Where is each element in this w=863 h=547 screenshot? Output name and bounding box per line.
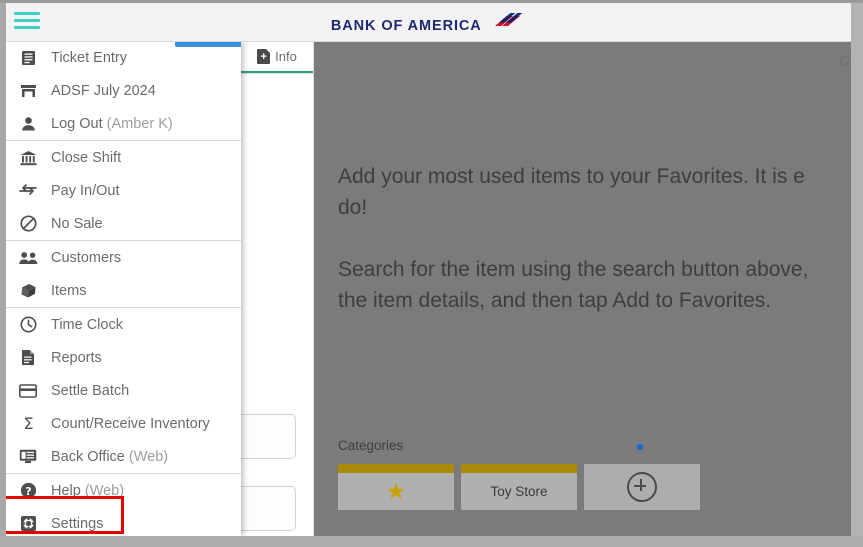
nav-item-label: Customers [51,249,122,266]
nav-item-label: Settings [51,515,104,532]
category-tile-favorites[interactable]: ★ [338,464,454,510]
nav-item-settings[interactable]: Settings [6,507,241,536]
favorites-help-line: Add your most used items to your Favorit… [338,165,805,188]
nav-group: LOOKUP Customers Items [6,41,241,307]
nav-item-time-clock[interactable]: Time Clock [6,308,241,341]
nav-item-label: Close Shift [51,149,122,166]
favorites-help-line: do! [338,196,368,219]
bank-of-america-logo: BANK OF AMERICA [6,12,851,38]
nav-item-label: Pay In/Out [51,182,120,199]
nav-item-close-shift[interactable]: Close Shift [6,141,241,174]
receipt-icon [17,50,39,66]
favorites-help-line: Search for the item using the search but… [338,258,809,281]
nav-item-label: Back Office (Web) [51,448,169,465]
nav-item-label: Items [51,282,87,299]
nav-item-count-receive-inventory[interactable]: Σ Count/Receive Inventory [6,407,241,440]
favorites-help-text: Add your most used items to your Favorit… [338,161,851,316]
application-window: BANK OF AMERICA Info ticket [0,0,863,547]
clipped-edge-glyph: C [839,53,849,68]
nav-item-label: Help (Web) [51,482,125,499]
bank-icon [17,150,39,166]
clock-icon [17,316,39,333]
back-office-icon [17,449,39,464]
nav-item-label: Reports [51,349,102,366]
nav-item-label: Count/Receive Inventory [51,415,210,432]
category-tile-label: Toy Store [490,484,548,499]
nav-item-reports[interactable]: Reports [6,341,241,374]
category-tile-list: ★ Toy Store [338,464,700,510]
pay-in-out-icon [17,183,39,198]
tab-info-label: Info [275,48,297,64]
no-sale-icon [17,215,39,232]
nav-item-label: Log Out (Amber K) [51,115,173,132]
category-tile-add[interactable] [584,464,700,510]
nav-item-no-sale[interactable]: No Sale [6,207,241,240]
us-flag-logo-icon [492,12,526,36]
nav-item-log-out[interactable]: Log Out (Amber K) [6,107,241,140]
sigma-icon: Σ [17,415,39,432]
nav-item-label: Ticket Entry [51,49,128,66]
nav-item-pay-in-out[interactable]: Pay In/Out [6,174,241,207]
people-icon [17,251,39,265]
nav-item-label: Settle Batch [51,382,130,399]
navigation-drawer: Ticket Entry ADSF July 2024 Log Out (Amb… [6,41,241,536]
category-tile-toy-store[interactable]: Toy Store [461,464,577,510]
nav-item-back-office[interactable]: Back Office (Web) [6,440,241,473]
help-icon: ? [17,482,39,499]
categories-label: Categories [338,438,404,453]
svg-text:Σ: Σ [23,415,33,432]
tab-info[interactable]: Info [241,41,313,73]
hamburger-bar [14,19,40,22]
nav-item-label: ADSF July 2024 [51,82,156,99]
favorites-panel: Add your most used items to your Favorit… [314,41,851,536]
credit-card-icon [17,383,39,398]
brand-name: BANK OF AMERICA [330,17,482,34]
gear-icon [17,515,39,532]
favorites-help-line: the item details, and then tap Add to Fa… [338,289,772,312]
nav-item-items[interactable]: Items [6,274,241,307]
carousel-page-indicator-dot[interactable] [637,444,643,450]
hamburger-bar [14,12,40,15]
nav-group: SETTINGS ? Help (Web) Settings [6,41,241,536]
hamburger-menu-icon[interactable] [14,12,40,32]
nav-item-label: No Sale [51,215,103,232]
window-edge-left [0,0,6,547]
document-add-icon [257,48,271,64]
text-spacer [338,223,851,254]
nav-item-label: Time Clock [51,316,123,333]
nav-group: DRAWER Close Shift Pay In/Out No Sale [6,41,241,240]
hamburger-bar [14,26,40,29]
nav-item-settle-batch[interactable]: Settle Batch [6,374,241,407]
top-app-bar: BANK OF AMERICA [6,3,851,42]
nav-item-customers[interactable]: Customers [6,241,241,274]
window-edge-bottom [0,536,863,547]
window-edge-right [851,0,863,547]
report-icon [17,349,39,366]
window-edge-top [0,0,863,3]
items-icon [17,283,39,299]
nav-item-store[interactable]: ADSF July 2024 [6,74,241,107]
nav-item-help[interactable]: ? Help (Web) [6,474,241,507]
store-icon [17,83,39,99]
nav-group: STORE Time Clock Reports Settle Batch [6,41,241,473]
plus-circle-icon [627,472,657,502]
person-icon [17,116,39,132]
nav-group: Ticket Entry ADSF July 2024 Log Out (Amb… [6,41,241,140]
star-icon: ★ [385,478,407,504]
svg-text:?: ? [25,485,31,498]
